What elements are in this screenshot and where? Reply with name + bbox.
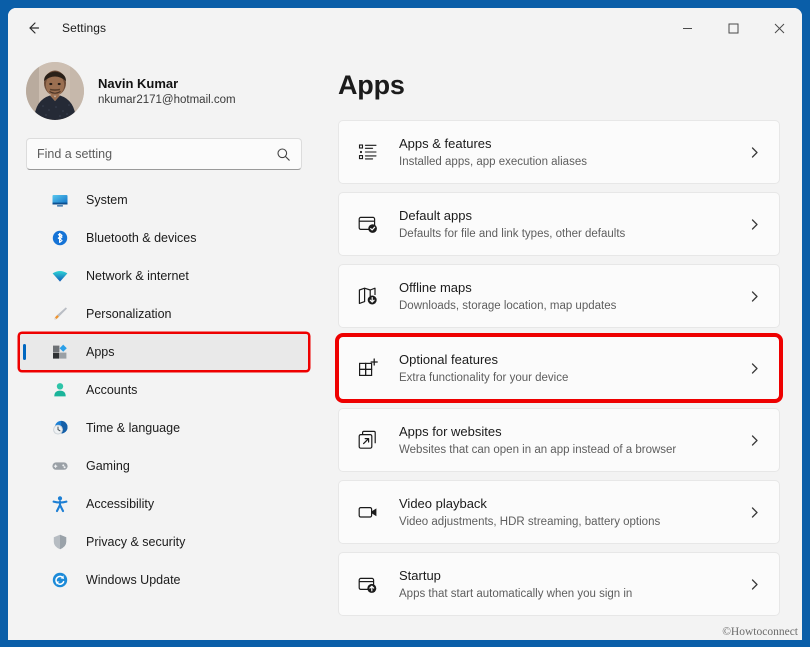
window-body: Navin Kumar nkumar2171@hotmail.com Find … — [8, 48, 802, 640]
sidebar-item-accounts[interactable]: Accounts — [20, 372, 308, 408]
maximize-button[interactable] — [710, 8, 756, 48]
close-button[interactable] — [756, 8, 802, 48]
sidebar-item-label: Apps — [86, 345, 115, 359]
window-title: Settings — [62, 21, 107, 35]
paintbrush-icon — [50, 304, 70, 324]
search-icon — [276, 147, 291, 162]
sidebar-item-label: Gaming — [86, 459, 130, 473]
account-email: nkumar2171@hotmail.com — [98, 93, 236, 106]
card-subtitle: Websites that can open in an app instead… — [399, 443, 677, 456]
card-optional-features[interactable]: Optional features Extra functionality fo… — [338, 336, 780, 400]
card-startup[interactable]: Startup Apps that start automatically wh… — [338, 552, 780, 616]
video-camera-icon — [355, 499, 381, 525]
card-subtitle: Video adjustments, HDR streaming, batter… — [399, 515, 661, 528]
watermark: ©Howtoconnect — [722, 626, 798, 638]
sidebar-item-label: Windows Update — [86, 573, 181, 587]
card-subtitle: Extra functionality for your device — [399, 371, 569, 384]
sidebar-item-label: Accessibility — [86, 497, 155, 511]
account-name: Navin Kumar — [98, 75, 179, 91]
update-arrows-icon — [50, 570, 70, 590]
monitor-icon — [50, 190, 70, 210]
sidebar-item-bluetooth-devices[interactable]: Bluetooth & devices — [20, 220, 308, 256]
card-title: Default apps — [399, 207, 472, 223]
sidebar-item-label: Personalization — [86, 307, 172, 321]
sidebar-item-gaming[interactable]: Gaming — [20, 448, 308, 484]
sidebar-item-label: Network & internet — [86, 269, 189, 283]
search-input[interactable] — [37, 147, 276, 161]
card-title: Apps for websites — [399, 423, 502, 439]
card-subtitle: Apps that start automatically when you s… — [399, 587, 633, 600]
gamepad-icon — [50, 456, 70, 476]
grid-plus-icon — [355, 355, 381, 381]
sidebar-item-accessibility[interactable]: Accessibility — [20, 486, 308, 522]
card-subtitle: Downloads, storage location, map updates — [399, 299, 617, 312]
clock-globe-icon — [50, 418, 70, 438]
external-link-icon — [355, 427, 381, 453]
avatar — [26, 62, 84, 120]
sidebar-item-label: Bluetooth & devices — [86, 231, 197, 245]
search-box[interactable] — [26, 138, 302, 170]
window-controls — [664, 8, 802, 48]
shield-icon — [50, 532, 70, 552]
wifi-icon — [50, 266, 70, 286]
sidebar-item-label: System — [86, 193, 128, 207]
settings-window: Settings Navin Kumar nkumar2171@hotmail.… — [8, 8, 802, 640]
card-title: Offline maps — [399, 279, 472, 295]
window-up-arrow-icon — [355, 571, 381, 597]
chevron-right-icon — [748, 290, 765, 303]
card-title: Optional features — [399, 351, 499, 367]
sidebar-item-network-internet[interactable]: Network & internet — [20, 258, 308, 294]
sidebar-item-label: Privacy & security — [86, 535, 186, 549]
sidebar-item-label: Accounts — [86, 383, 138, 397]
sidebar-item-system[interactable]: System — [20, 182, 308, 218]
list-bullets-icon — [355, 139, 381, 165]
sidebar-item-apps[interactable]: Apps — [20, 334, 308, 370]
apps-grid-icon — [50, 342, 70, 362]
sidebar-item-personalization[interactable]: Personalization — [20, 296, 308, 332]
card-offline-maps[interactable]: Offline maps Downloads, storage location… — [338, 264, 780, 328]
content-pane: Apps Apps & features Installed apps, app… — [320, 48, 802, 640]
chevron-right-icon — [748, 434, 765, 447]
chevron-right-icon — [748, 578, 765, 591]
accessibility-icon — [50, 494, 70, 514]
person-icon — [50, 380, 70, 400]
card-default-apps[interactable]: Default apps Defaults for file and link … — [338, 192, 780, 256]
chevron-right-icon — [748, 362, 765, 375]
page-title: Apps — [338, 70, 405, 100]
sidebar: Navin Kumar nkumar2171@hotmail.com Find … — [8, 48, 320, 640]
card-title: Startup — [399, 567, 441, 583]
map-download-icon — [355, 283, 381, 309]
card-subtitle: Defaults for file and link types, other … — [399, 227, 626, 240]
sidebar-item-privacy-security[interactable]: Privacy & security — [20, 524, 308, 560]
card-apps-for-websites[interactable]: Apps for websites Websites that can open… — [338, 408, 780, 472]
card-apps-features[interactable]: Apps & features Installed apps, app exec… — [338, 120, 780, 184]
card-subtitle: Installed apps, app execution aliases — [399, 155, 587, 168]
window-check-icon — [355, 211, 381, 237]
chevron-right-icon — [748, 506, 765, 519]
title-bar: Settings — [8, 8, 802, 48]
account-summary[interactable]: Navin Kumar nkumar2171@hotmail.com — [20, 56, 308, 126]
card-title: Apps & features — [399, 135, 492, 151]
card-video-playback[interactable]: Video playback Video adjustments, HDR st… — [338, 480, 780, 544]
sidebar-item-windows-update[interactable]: Windows Update — [20, 562, 308, 598]
chevron-right-icon — [748, 218, 765, 231]
minimize-button[interactable] — [664, 8, 710, 48]
back-button[interactable] — [16, 13, 50, 43]
sidebar-item-label: Time & language — [86, 421, 181, 435]
sidebar-nav: System Bluetooth & devices Network & int… — [20, 182, 308, 598]
sidebar-item-time-language[interactable]: Time & language — [20, 410, 308, 446]
card-title: Video playback — [399, 495, 487, 511]
chevron-right-icon — [748, 146, 765, 159]
bluetooth-icon — [50, 228, 70, 248]
